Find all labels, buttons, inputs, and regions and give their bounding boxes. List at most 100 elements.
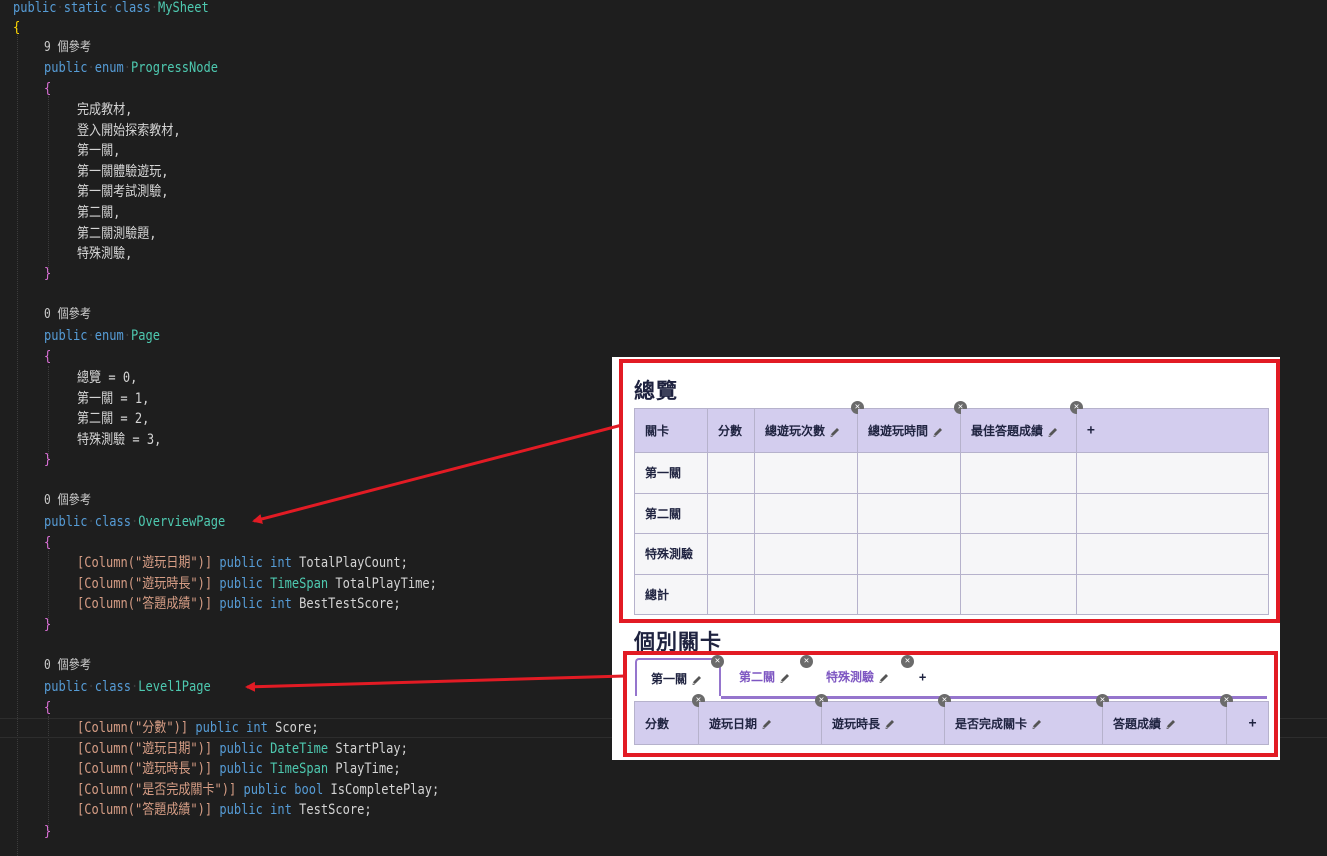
field-declaration[interactable]: [Column("答題成績")] public int BestTestScor…: [77, 594, 401, 614]
column-header-label: 是否完成關卡: [955, 716, 1028, 731]
enum-member[interactable]: 登入開始探索教材,: [77, 121, 181, 141]
enum-member[interactable]: 第二關,: [77, 203, 120, 223]
enum-member[interactable]: 總覽 = 0,: [77, 368, 137, 388]
pencil-icon[interactable]: [691, 674, 703, 686]
add-tab-button[interactable]: +: [919, 658, 933, 696]
enum-member[interactable]: 第一關體驗遊玩,: [77, 162, 169, 182]
table-cell[interactable]: [1076, 573, 1269, 615]
table-cell[interactable]: [857, 452, 961, 494]
table-cell[interactable]: [754, 452, 858, 494]
codelens-references[interactable]: 0 個參考: [44, 656, 91, 676]
enum-member[interactable]: 特殊測驗,: [77, 244, 132, 264]
table-cell[interactable]: [707, 573, 755, 615]
close-circle-icon[interactable]: ✕: [711, 655, 724, 668]
tab-label: 特殊測驗: [826, 670, 875, 684]
table-cell[interactable]: [754, 492, 858, 534]
column-header[interactable]: 總遊玩時間 ✕: [857, 401, 967, 453]
type-name: int: [270, 596, 292, 613]
field-declaration[interactable]: [Column("遊玩時長")] public TimeSpan TotalPl…: [77, 574, 437, 594]
enum-member[interactable]: 完成教材,: [77, 100, 132, 120]
column-header[interactable]: 答題成績 ✕: [1102, 694, 1233, 745]
field-declaration[interactable]: [Column("遊玩日期")] public int TotalPlayCou…: [77, 553, 408, 573]
enum-member[interactable]: 特殊測驗 = 3,: [77, 430, 161, 450]
field-declaration[interactable]: [Column("遊玩時長")] public TimeSpan PlayTim…: [77, 759, 401, 779]
keyword: class: [94, 514, 132, 530]
enum-member[interactable]: 第一關,: [77, 141, 120, 161]
table-cell[interactable]: [857, 533, 961, 575]
field-declaration[interactable]: [Column("答題成績")] public int TestScore;: [77, 800, 372, 820]
pencil-icon[interactable]: [1031, 718, 1043, 730]
column-header[interactable]: 遊玩時長 ✕: [821, 694, 951, 745]
table-cell[interactable]: [960, 492, 1077, 534]
column-header[interactable]: 遊玩日期 ✕: [698, 694, 828, 745]
pencil-icon[interactable]: [761, 718, 773, 730]
enum-member[interactable]: 第二關 = 2,: [77, 409, 149, 429]
table-cell[interactable]: [754, 533, 858, 575]
pencil-icon[interactable]: [779, 672, 791, 684]
table-cell[interactable]: [754, 573, 858, 615]
close-circle-icon[interactable]: ✕: [901, 655, 914, 668]
enum-member[interactable]: 第一關考試測驗,: [77, 182, 169, 202]
column-attribute: [Column("遊玩日期")]: [77, 555, 213, 571]
row-header-label: 第二關: [645, 506, 682, 521]
enum-member[interactable]: 第二關測驗題,: [77, 224, 156, 244]
field-name: TotalPlayTime;: [335, 575, 437, 592]
codelens-references[interactable]: 0 個參考: [44, 305, 91, 325]
table-cell[interactable]: [960, 533, 1077, 575]
indent-guide: [48, 366, 49, 460]
codelens-references[interactable]: 9 個參考: [44, 38, 91, 58]
pencil-icon[interactable]: [829, 426, 841, 438]
column-header-label: 分數: [645, 716, 670, 731]
table-cell[interactable]: [960, 452, 1077, 494]
add-column-button[interactable]: +: [1076, 408, 1269, 453]
field-name: TestScore;: [299, 802, 372, 819]
type-name: TimeSpan: [270, 761, 329, 778]
code-line-enum-page[interactable]: public·enum·Page: [44, 326, 160, 346]
table-cell[interactable]: [1076, 492, 1269, 534]
codelens-references[interactable]: 0 個參考: [44, 491, 91, 511]
field-declaration[interactable]: [Column("分數")] public int Score;: [77, 718, 319, 738]
table-cell[interactable]: [1076, 452, 1269, 494]
table-cell[interactable]: [960, 573, 1077, 615]
pencil-icon[interactable]: [878, 672, 890, 684]
tab-1[interactable]: 第一關: [635, 658, 721, 696]
code-line-class-overview[interactable]: public·class·OverviewPage: [44, 512, 225, 532]
add-column-button[interactable]: +: [1226, 701, 1269, 745]
table-cell[interactable]: [707, 533, 755, 575]
close-circle-icon[interactable]: ✕: [800, 655, 813, 668]
field-name: BestTestScore;: [299, 596, 401, 613]
column-header[interactable]: 最佳答題成績 ✕: [960, 401, 1083, 453]
code-line-enum-progress[interactable]: public·enum·ProgressNode: [44, 58, 218, 78]
row-header-label: 特殊測驗: [645, 547, 694, 562]
tab-3[interactable]: 特殊測驗: [826, 658, 910, 696]
table-cell[interactable]: [857, 492, 961, 534]
keyword: public: [195, 720, 239, 736]
table-cell[interactable]: [857, 573, 961, 615]
levels-title: 個別關卡: [634, 630, 722, 654]
column-header[interactable]: 總遊玩次數 ✕: [754, 401, 864, 453]
pencil-icon[interactable]: [1165, 718, 1177, 730]
column-header-label: 總遊玩時間: [868, 424, 929, 438]
table-cell[interactable]: [1076, 533, 1269, 575]
tab-label: 第一關: [651, 672, 688, 686]
keyword: enum: [94, 328, 124, 344]
enum-member[interactable]: 第一關 = 1,: [77, 389, 149, 409]
column-header[interactable]: 是否完成關卡 ✕: [944, 694, 1109, 745]
row-header: 第一關: [634, 452, 708, 494]
brace: {: [44, 349, 52, 365]
pencil-icon[interactable]: [1047, 426, 1059, 438]
table-cell[interactable]: [707, 452, 755, 494]
column-header-label: 遊玩日期: [709, 716, 758, 731]
field-declaration[interactable]: [Column("是否完成關卡")] public bool IsComplet…: [77, 780, 439, 800]
brace: }: [44, 266, 52, 282]
type-name: int: [270, 802, 292, 819]
code-line-class-decl[interactable]: public·static·class·MySheet: [13, 0, 209, 18]
table-cell[interactable]: [707, 492, 755, 534]
tab-2[interactable]: 第二關: [739, 658, 809, 696]
keyword: public: [13, 0, 57, 16]
pencil-icon[interactable]: [932, 426, 944, 438]
row-header: 第二關: [634, 492, 708, 534]
code-line-class-level[interactable]: public·class·Level1Page: [44, 677, 211, 697]
pencil-icon[interactable]: [884, 718, 896, 730]
field-declaration[interactable]: [Column("遊玩日期")] public DateTime StartPl…: [77, 739, 408, 759]
